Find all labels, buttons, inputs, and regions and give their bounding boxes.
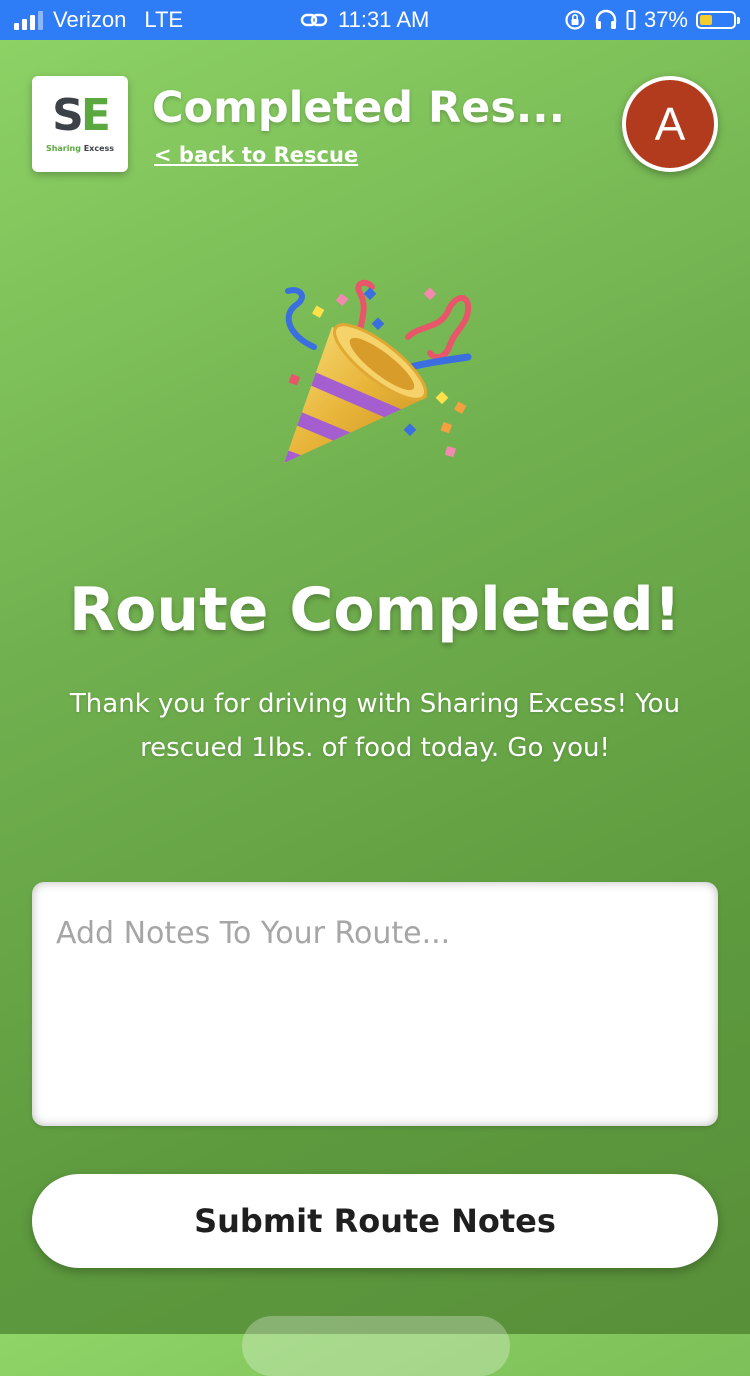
back-to-rescue-link[interactable]: < back to Rescue	[154, 140, 358, 170]
battery-level	[700, 15, 712, 25]
page-title: Completed Res...	[152, 83, 565, 133]
phone-icon	[626, 10, 636, 30]
link-icon	[300, 13, 328, 27]
signal-icon	[14, 10, 43, 30]
user-avatar[interactable]: A	[622, 76, 718, 172]
logo-mark: SE	[52, 90, 111, 141]
status-bar-right: 37%	[564, 0, 740, 40]
route-completed-heading: Route Completed!	[68, 575, 682, 645]
battery-icon	[696, 11, 740, 29]
logo-wordmark: Sharing Excess	[32, 144, 128, 154]
logo-word-excess: Excess	[83, 144, 115, 153]
party-popper-icon	[284, 279, 472, 463]
clock: 11:31 AM	[338, 7, 430, 32]
status-bar-center: 11:31 AM	[300, 0, 429, 40]
sharing-excess-logo: SE Sharing Excess	[32, 76, 128, 172]
route-notes-input[interactable]	[32, 882, 718, 1126]
carrier-label: Verizon	[53, 7, 127, 32]
orientation-lock-icon	[565, 10, 585, 30]
thank-you-message: Thank you for driving with Sharing Exces…	[69, 689, 681, 763]
status-bar: Verizon LTE 11:31 AM 37%	[0, 0, 750, 40]
network-label: LTE	[144, 7, 184, 32]
logo-word-sharing: Sharing	[45, 144, 81, 153]
headphones-icon	[595, 9, 617, 29]
status-bar-left: Verizon LTE	[14, 0, 183, 40]
bottom-button-partial[interactable]	[242, 1316, 510, 1376]
submit-route-notes-button[interactable]: Submit Route Notes	[32, 1174, 718, 1268]
battery-percent: 37%	[643, 7, 688, 32]
